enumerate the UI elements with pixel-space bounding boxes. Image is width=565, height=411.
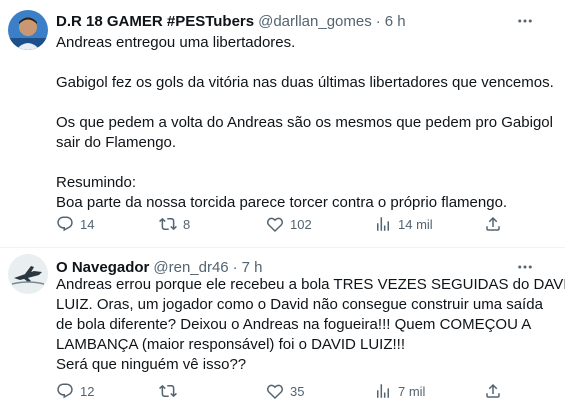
reply-count: 14 bbox=[80, 216, 95, 232]
text-line: Resumindo: bbox=[56, 174, 137, 191]
tweet-actions: 14 8 102 14 mil bbox=[56, 214, 516, 234]
more-options-button[interactable] bbox=[515, 257, 535, 277]
retweet-count: 8 bbox=[183, 216, 191, 232]
like-button[interactable]: 35 bbox=[266, 382, 304, 400]
like-icon bbox=[267, 217, 283, 233]
tweet-text: Andreas errou porque ele recebeu a bola … bbox=[56, 275, 565, 375]
avatar-image bbox=[8, 10, 48, 50]
reply-button[interactable]: 12 bbox=[56, 382, 94, 400]
reply-icon bbox=[57, 383, 73, 399]
reply-button[interactable]: 14 bbox=[56, 215, 94, 233]
text-line: Andreas errou porque ele recebeu a bola … bbox=[56, 276, 565, 293]
text-line: de bola diferente? Deixou o Andreas na f… bbox=[56, 316, 532, 333]
like-icon bbox=[267, 384, 283, 400]
timestamp[interactable]: 6 h bbox=[385, 13, 406, 30]
views-button[interactable]: 14 mil bbox=[374, 215, 433, 233]
text-line: Os que pedem a volta do Andreas são os m… bbox=[56, 114, 553, 131]
avatar[interactable] bbox=[8, 254, 48, 294]
share-icon bbox=[486, 216, 500, 231]
author-name[interactable]: O Navegador bbox=[56, 259, 149, 276]
more-options-button[interactable] bbox=[515, 11, 535, 31]
share-icon bbox=[486, 383, 500, 398]
more-icon bbox=[518, 19, 532, 23]
tweet[interactable]: O Navegador @ren_dr46 · 7 h Andreas erro… bbox=[0, 249, 565, 411]
tweet-text: Andreas entregou uma libertadores. Gabig… bbox=[56, 33, 554, 213]
tweet-paragraph: Andreas errou porque ele recebeu a bola … bbox=[56, 275, 565, 375]
timestamp[interactable]: 7 h bbox=[242, 259, 263, 276]
text-line: Gabigol fez os gols da vitória nas duas … bbox=[56, 74, 554, 91]
text-line: LAMBANÇA (maior responsável) foi o DAVID… bbox=[56, 336, 405, 353]
separator-dot: · bbox=[375, 12, 381, 30]
like-button[interactable]: 102 bbox=[266, 215, 312, 233]
views-icon bbox=[377, 217, 389, 231]
view-count: 14 mil bbox=[398, 216, 433, 232]
retweet-button[interactable]: 8 bbox=[159, 215, 190, 233]
views-button[interactable]: 7 mil bbox=[374, 382, 425, 400]
avatar-image bbox=[8, 254, 48, 294]
text-line: LUIZ. Oras, um jogador como o David não … bbox=[56, 296, 543, 313]
more-icon bbox=[518, 265, 532, 269]
text-line: Será que ninguém vê isso?? bbox=[56, 356, 247, 373]
reply-count: 12 bbox=[80, 383, 95, 399]
tweet-header: D.R 18 GAMER #PESTubers @darllan_gomes ·… bbox=[56, 11, 406, 31]
author-handle[interactable]: @ren_dr46 bbox=[153, 259, 228, 276]
tweet-paragraph: Gabigol fez os gols da vitória nas duas … bbox=[56, 73, 554, 93]
avatar[interactable] bbox=[8, 10, 48, 50]
view-count: 7 mil bbox=[398, 383, 426, 399]
like-count: 35 bbox=[290, 383, 305, 399]
views-icon bbox=[377, 384, 389, 398]
author-handle[interactable]: @darllan_gomes bbox=[258, 13, 372, 30]
tweet[interactable]: D.R 18 GAMER #PESTubers @darllan_gomes ·… bbox=[0, 0, 565, 248]
text-line: sair do Flamengo. bbox=[56, 134, 177, 151]
share-button[interactable] bbox=[484, 382, 502, 400]
tweet-paragraph: Os que pedem a volta do Andreas são os m… bbox=[56, 113, 553, 153]
retweet-icon bbox=[159, 384, 177, 398]
text-line: Boa parte da nossa torcida parece torcer… bbox=[56, 194, 508, 211]
share-button[interactable] bbox=[484, 215, 502, 233]
reply-icon bbox=[57, 216, 73, 232]
tweet-paragraph: Resumindo: Boa parte da nossa torcida pa… bbox=[56, 173, 546, 213]
separator-dot: · bbox=[232, 258, 238, 276]
author-name[interactable]: D.R 18 GAMER #PESTubers bbox=[56, 13, 254, 30]
text-line: Andreas entregou uma libertadores. bbox=[56, 34, 296, 51]
retweet-button[interactable] bbox=[159, 382, 183, 400]
tweet-paragraph: Andreas entregou uma libertadores. bbox=[56, 33, 546, 53]
tweet-header: O Navegador @ren_dr46 · 7 h bbox=[56, 257, 263, 277]
tweet-actions: 12 35 7 mil bbox=[56, 381, 516, 401]
like-count: 102 bbox=[290, 216, 312, 232]
retweet-icon bbox=[159, 217, 177, 231]
